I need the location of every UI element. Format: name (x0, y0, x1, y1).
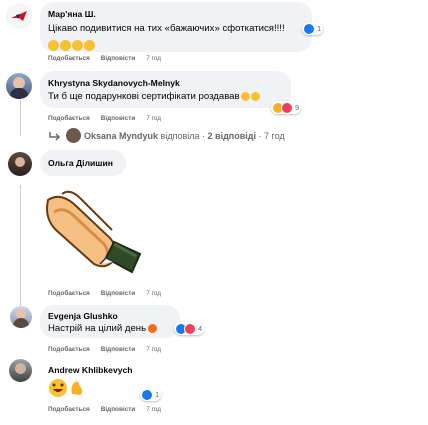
comment-author[interactable]: Andrew Khlibkevych (48, 365, 133, 375)
comment-time[interactable]: 7 год (146, 55, 161, 62)
comment-meta: Подобається Відповісти 7 год (48, 55, 161, 62)
comment-text: Настрій на цілий день (48, 323, 158, 334)
comment-bubble: Мар'яна Ш. Цікаво подивитися на тих «баж… (40, 2, 312, 52)
comment-meta: Подобається Відповісти 7 год (48, 406, 161, 413)
comment-time[interactable]: 7 год (146, 346, 161, 353)
avatar-plane-icon (11, 11, 27, 21)
comment-bubble: Khrystyna Skydanovych-Melnyk Ти б ще под… (40, 71, 291, 108)
love-reaction-icon (184, 322, 196, 335)
reply-time: 7 год (264, 130, 285, 141)
reply-action[interactable]: Відповісти (101, 115, 136, 122)
comment-author[interactable]: Ольга Ділишин (48, 158, 113, 168)
reaction-badge[interactable]: 4 (174, 322, 205, 335)
reply-action[interactable]: Відповісти (101, 290, 136, 297)
like-action[interactable]: Подобається (48, 346, 90, 353)
like-action[interactable]: Подобається (48, 290, 90, 297)
comment-time[interactable]: 7 год (146, 290, 161, 297)
like-action[interactable]: Подобається (48, 406, 90, 413)
comment-author[interactable]: Evgenja Glushko (48, 311, 118, 321)
emoji-icon (72, 40, 83, 52)
reaction-count: 1 (155, 390, 160, 399)
emoji-reply (48, 378, 86, 398)
emoji-icon (250, 91, 260, 101)
emoji-icon (48, 40, 59, 52)
laughing-emoji-icon (49, 379, 83, 397)
reaction-badge[interactable]: 1 (302, 22, 324, 35)
avatar[interactable] (6, 3, 32, 29)
comment-meta: Подобається Відповісти 7 год (48, 290, 161, 297)
like-reaction-icon (141, 388, 153, 401)
emoji-row (48, 37, 96, 55)
avatar[interactable] (6, 73, 32, 99)
comment-meta: Подобається Відповісти 7 год (48, 115, 161, 122)
reaction-badge[interactable]: 9 (271, 101, 302, 114)
comment-bubble: Ольга Ділишин (40, 150, 126, 176)
fire-emoji-icon (148, 323, 158, 333)
reply-thread-line (20, 100, 21, 136)
reaction-count: 4 (198, 324, 203, 333)
clapping-sticker[interactable] (40, 178, 150, 286)
emoji-icon (84, 40, 95, 52)
separator: · (202, 130, 206, 141)
comment-text: Ти б ще подарункові сертифікати роздавав (48, 91, 261, 102)
comment-text: Цікаво подивитися на тих «бажаючих» сфот… (48, 23, 285, 34)
comment-text-content: Ти б ще подарункові сертифікати роздавав (48, 91, 240, 102)
avatar (66, 128, 81, 143)
reply-author: Oksana Myndyuk (84, 130, 159, 141)
like-action[interactable]: Подобається (48, 55, 90, 62)
comment-author[interactable]: Мар'яна Ш. (48, 9, 96, 19)
separator: · (258, 130, 262, 141)
comment-time[interactable]: 7 год (146, 406, 161, 413)
reply-action-text: відповіла (160, 130, 200, 141)
reply-action[interactable]: Відповісти (101, 55, 136, 62)
view-replies-link[interactable]: Oksana Myndyuk відповіла · 2 відповіді ·… (48, 128, 285, 143)
avatar[interactable] (9, 359, 32, 382)
reaction-count: 9 (295, 103, 300, 112)
love-reaction-icon (281, 101, 293, 114)
avatar[interactable] (8, 152, 32, 176)
clapping-hands-icon (46, 190, 142, 274)
emoji-icon (240, 91, 250, 101)
reply-count: 2 відповіді (207, 130, 256, 141)
like-reaction-icon (303, 22, 315, 35)
emoji-icon (60, 40, 71, 52)
reaction-badge[interactable]: 1 (140, 388, 162, 401)
reply-arrow-icon (49, 131, 61, 141)
reply-thread-line (20, 185, 21, 310)
avatar[interactable] (10, 306, 32, 328)
like-action[interactable]: Подобається (48, 115, 90, 122)
comment-text-content: Настрій на цілий день (48, 323, 147, 334)
comment-author[interactable]: Khrystyna Skydanovych-Melnyk (48, 78, 180, 88)
reply-action[interactable]: Відповісти (101, 346, 136, 353)
reply-action[interactable]: Відповісти (101, 406, 136, 413)
comment-bubble: Evgenja Glushko Настрій на цілий день (40, 305, 180, 338)
reaction-count: 1 (317, 24, 322, 33)
comment-time[interactable]: 7 год (146, 115, 161, 122)
comment-meta: Подобається Відповісти 7 год (48, 346, 161, 353)
